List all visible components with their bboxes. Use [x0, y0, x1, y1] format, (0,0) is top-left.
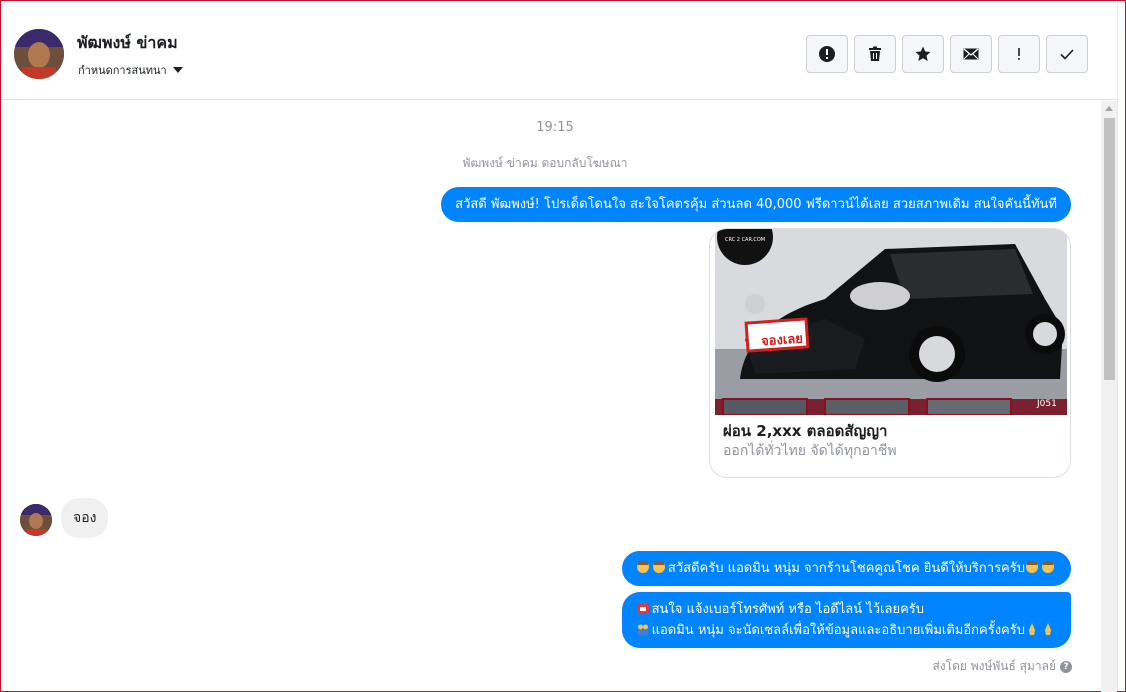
thread-scrollbar[interactable] [1101, 101, 1117, 692]
pray-emoji-icon [1045, 623, 1051, 635]
man-emoji-icon [636, 561, 649, 573]
delete-button[interactable] [854, 35, 896, 73]
caret-down-icon [172, 67, 183, 73]
pray-emoji-icon [1029, 623, 1035, 635]
star-icon [915, 46, 931, 61]
report-button[interactable] [806, 35, 848, 73]
ad-card-subtitle: ออกได้ทั่วไทย จัดได้ทุกอาชีพ [723, 443, 897, 459]
man-emoji-icon [652, 561, 665, 573]
contact-avatar-small[interactable] [20, 504, 52, 536]
message-timestamp: 19:15 [536, 120, 574, 135]
incoming-message: จอง [61, 498, 109, 538]
trash-icon [869, 46, 881, 61]
window-edge [1117, 1, 1125, 691]
outgoing-reply-1: สวัสดีครับ แอดมิน หนุ่ม จากร้านโชคคูณโชค… [621, 551, 1071, 586]
envelope-icon [963, 48, 979, 60]
man-emoji-icon [1026, 561, 1038, 573]
star-button[interactable] [902, 35, 944, 73]
telephone-emoji-icon [636, 604, 649, 613]
conversation-header: พัฒพงษ์ ข่าคม กำหนดการสนทนา [1, 1, 1117, 100]
mark-done-button[interactable] [1046, 35, 1088, 73]
help-icon[interactable]: ? [1060, 660, 1072, 673]
mark-unread-button[interactable] [950, 35, 992, 73]
checkmark-icon [1060, 49, 1074, 60]
ad-car-image: จองเลย CRC 2 CAR.COM J051 [715, 229, 1067, 415]
exclamation-icon [1018, 48, 1020, 60]
reply-1-text: สวัสดีครับ แอดมิน หนุ่ม จากร้านโชคคูณโชค… [667, 561, 1025, 576]
reply-2-line1: สนใจ แจ้งเบอร์โทรศัพท์ หรือ ไอดีไลน์ ไว้… [651, 602, 925, 617]
assign-conversation-dropdown[interactable]: กำหนดการสนทนา [78, 61, 183, 79]
reply-2-line2: แอดมิน หนุ่ม จะนัดเซลล์เพื่อให้ข้อมูลและ… [651, 623, 1025, 638]
man-emoji-icon [1042, 561, 1054, 573]
follow-up-button[interactable] [998, 35, 1040, 73]
ad-image-stamp: จองเลย [760, 331, 804, 350]
sent-by-label: ส่งโดย พงษ์พันธ์ สุมาลย์ [932, 659, 1056, 673]
assign-label: กำหนดการสนทนา [78, 64, 167, 77]
contact-avatar[interactable] [14, 29, 64, 79]
ad-image-logo: CRC 2 CAR.COM [725, 237, 766, 243]
contact-name[interactable]: พัฒพงษ์ ข่าคม [77, 31, 178, 56]
sent-by-info: ส่งโดย พงษ์พันธ์ สุมาลย์ ? [932, 657, 1072, 676]
outgoing-reply-2: สนใจ แจ้งเบอร์โทรศัพท์ หรือ ไอดีไลน์ ไว้… [621, 592, 1071, 648]
people-emoji-icon [637, 624, 648, 635]
ad-card[interactable]: จองเลย CRC 2 CAR.COM J051 ผ่อน 2,xxx ตลอ… [709, 228, 1071, 478]
exclamation-circle-icon [819, 46, 835, 62]
outgoing-ad-message: สวัสดี พัฒพงษ์! โปรเด็ดโดนใจ สะใจโคตรคุ้… [441, 187, 1071, 222]
scroll-up-arrow-icon[interactable] [1101, 101, 1117, 115]
ad-reply-note: พัฒพงษ์ ข่าคม ตอบกลับโฆษณา [462, 156, 628, 170]
scrollbar-thumb[interactable] [1104, 118, 1115, 380]
ad-image-code: J051 [1037, 399, 1057, 409]
conversation-toolbar [806, 35, 1088, 73]
